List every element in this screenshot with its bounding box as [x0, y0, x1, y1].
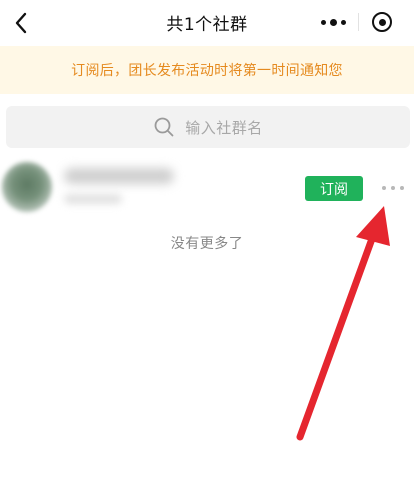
close-miniprogram-button[interactable]	[359, 6, 407, 38]
group-avatar	[2, 162, 52, 212]
capsule-menu	[310, 6, 406, 38]
navbar: 共1个社群	[0, 0, 414, 46]
page: 共1个社群 订阅后，团长发布活动时将第一时间通知您 输入社群名 订阅 没有更多了	[0, 0, 414, 483]
ellipsis-icon	[380, 186, 407, 190]
more-menu-button[interactable]	[310, 6, 358, 38]
search-input[interactable]: 输入社群名	[6, 106, 410, 148]
subscribe-notice-banner: 订阅后，团长发布活动时将第一时间通知您	[0, 46, 414, 94]
search-placeholder: 输入社群名	[185, 118, 263, 137]
group-list-item[interactable]: 订阅	[0, 156, 414, 220]
group-more-button[interactable]	[376, 178, 410, 198]
group-name-blurred	[64, 168, 174, 184]
search-icon	[154, 117, 174, 137]
subscribe-button[interactable]: 订阅	[305, 176, 363, 201]
target-circle-icon	[372, 12, 393, 32]
more-dots-icon	[319, 18, 348, 26]
group-subtitle-blurred	[64, 194, 122, 204]
no-more-text: 没有更多了	[170, 236, 244, 252]
